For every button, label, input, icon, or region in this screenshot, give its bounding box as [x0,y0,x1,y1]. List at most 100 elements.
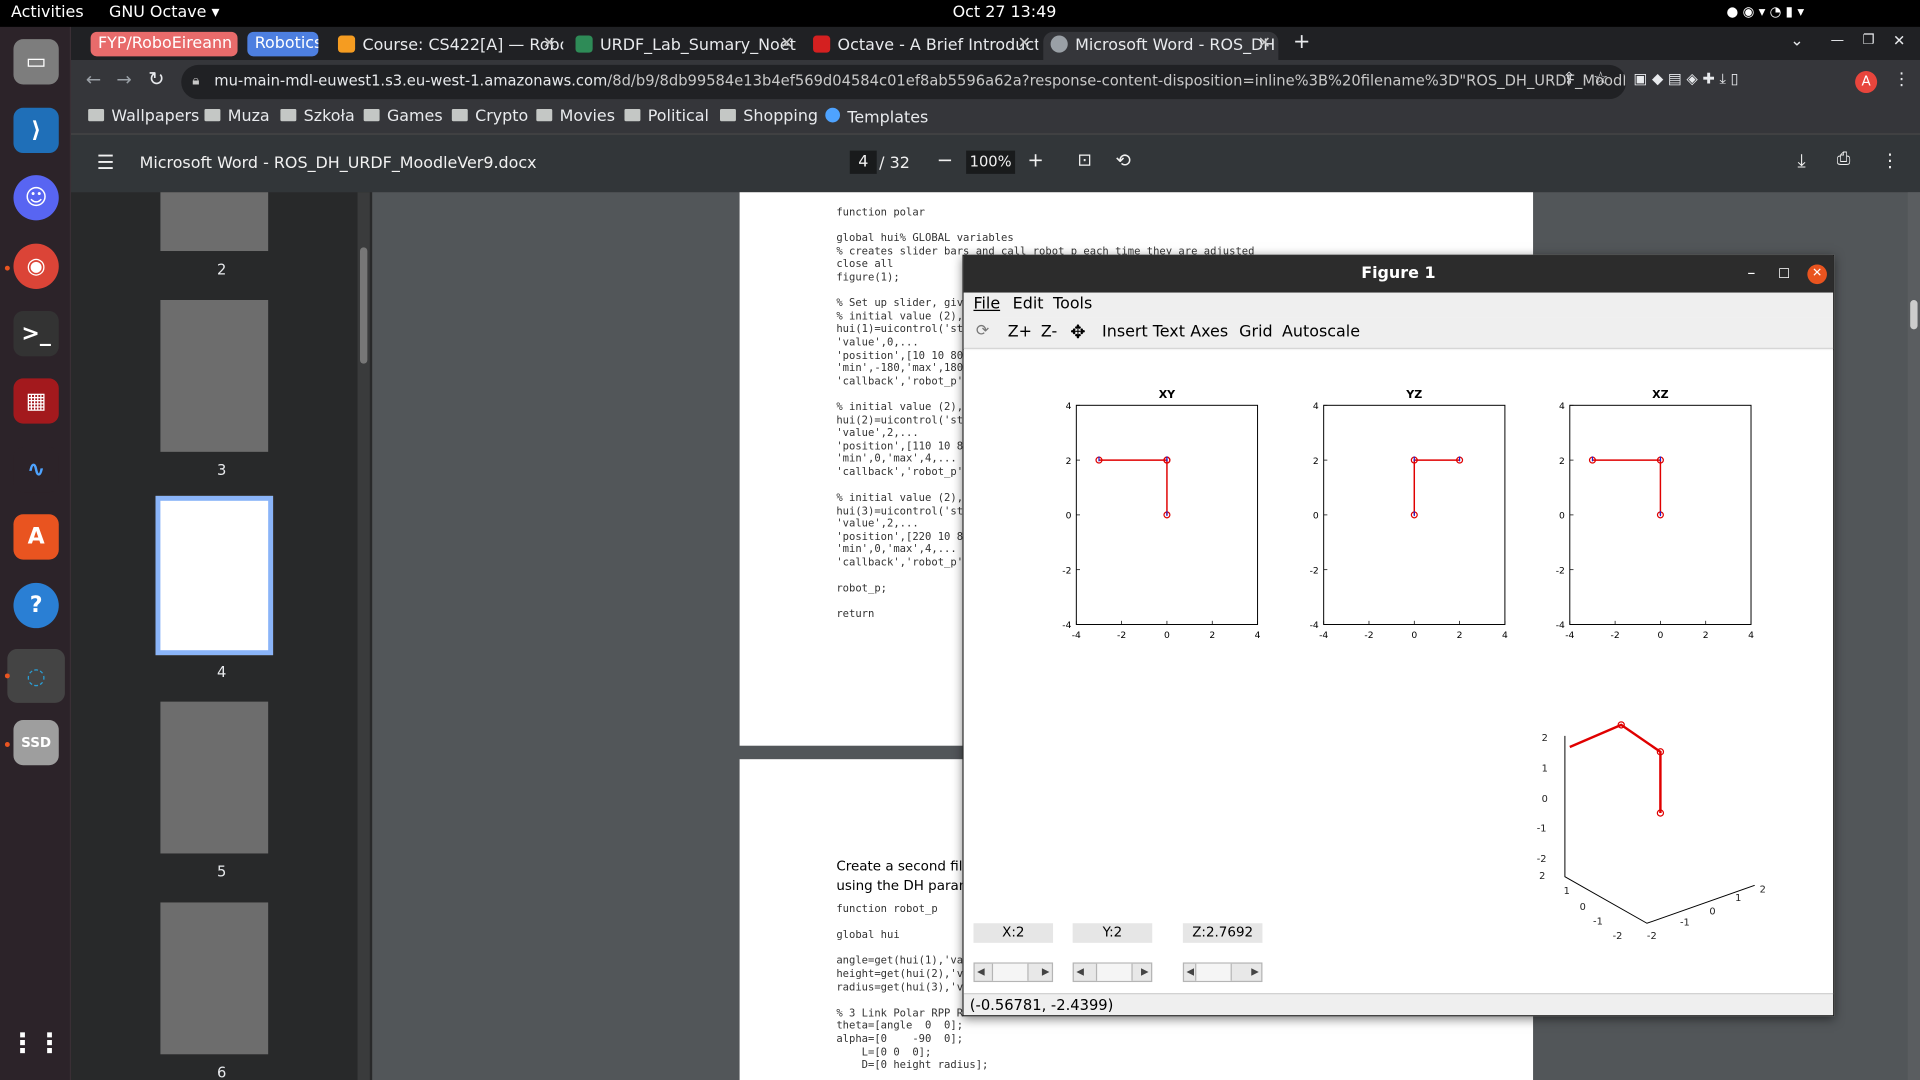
bookmark-shopping[interactable]: Shopping [720,108,818,126]
zoom-in-icon[interactable]: + [1027,148,1043,171]
angle-slider[interactable]: ◀ ▶ [973,962,1054,983]
activities-button[interactable]: Activities [11,4,84,22]
ssd-drive-icon[interactable]: SSD [13,720,59,766]
address-bar[interactable]: 🔒︎ mu-main-mdl-euwest1.s3.eu-west-1.amazo… [181,64,1627,100]
tab-group-fyp[interactable]: FYP/RoboEireann [90,31,238,57]
x-tick-label: -4 [1565,630,1574,641]
spreadsheet-icon[interactable]: ▦ [13,378,59,424]
rotate-icon[interactable]: ⟲ [1116,149,1131,171]
bookmark-crypto[interactable]: Crypto [451,108,528,126]
tray-icons[interactable]: ● ◉ ▾ ◔ ▮ ▾ [1727,4,1805,20]
clock[interactable]: Oct 27 13:49 [953,4,1057,22]
menu-edit[interactable]: Edit [1013,295,1044,313]
thumbnail-page-3[interactable] [160,300,269,452]
bookmark-label: Shopping [743,107,819,127]
viewer-scrollbar[interactable] [1907,192,1920,1080]
slider-thumb[interactable] [1095,963,1133,981]
slider-left-arrow-icon[interactable]: ◀ [1187,964,1195,981]
grid-button[interactable]: Grid [1239,323,1272,341]
fit-page-icon[interactable]: ⊡ [1078,151,1092,171]
extension-icons[interactable]: ▣ ◆ ▤ ◈ ✚ ⤓ ▯ [1633,70,1738,88]
app-menu[interactable]: GNU Octave ▾ [109,4,220,22]
bookmark-szkola[interactable]: Szkoła [280,108,355,126]
height-slider[interactable]: ◀ ▶ [1072,962,1153,983]
bookmark-muza[interactable]: Muza [204,108,270,126]
bookmark-movies[interactable]: Movies [536,108,615,126]
reload-icon[interactable]: ↻ [148,67,164,90]
app-grid-icon[interactable]: ⋮⋮ [9,1021,63,1066]
zoom-out-tool[interactable]: Z- [1041,323,1057,341]
avatar[interactable]: A [1855,71,1878,94]
page-number-input[interactable]: 4 [849,150,877,174]
close-icon[interactable]: ✕ [1018,34,1031,52]
zoom-out-icon[interactable]: − [937,148,953,171]
slider-thumb[interactable] [1195,963,1232,981]
more-menu-icon[interactable]: ⋮ [1893,70,1910,90]
z-value-label: Z:2.7692 [1182,923,1263,943]
octave-icon[interactable]: ◌ [7,648,65,703]
maximize-icon[interactable]: ☐ [1778,256,1790,293]
new-tab-button[interactable]: + [1293,29,1317,57]
rotate-tool-icon[interactable]: ⟳ [976,322,989,340]
bookmark-templates[interactable]: Templates [825,107,928,127]
thumbnail-page-5[interactable] [160,701,269,854]
slider-right-arrow-icon[interactable]: ▶ [1251,964,1259,981]
share-icon[interactable]: ⇪ [1562,70,1575,88]
software-center-icon[interactable]: A [13,514,59,560]
close-window-icon[interactable]: ✕ [1893,32,1910,60]
slider-left-arrow-icon[interactable]: ◀ [1076,964,1084,981]
bookmark-political[interactable]: Political [624,108,709,126]
bookmark-star-icon[interactable]: ☆ [1593,69,1608,89]
x-tick-label: -2 [1364,630,1373,641]
slider-right-arrow-icon[interactable]: ▶ [1042,964,1050,981]
tab-course[interactable]: Course: CS422[A] — Robo ✕ [331,32,563,60]
tab-pdf-active[interactable]: Microsoft Word - ROS_DH ✕ [1043,31,1279,61]
sidebar-scrollbar[interactable] [357,192,370,1080]
tab-urdf[interactable]: URDF_Lab_Sumary_Noet ✕ [568,32,801,60]
tab-group-robotics[interactable]: Robotics [247,31,319,57]
close-icon[interactable]: ✕ [1258,34,1271,52]
tab-octave[interactable]: Octave - A Brief Introduct ✕ [806,32,1038,60]
tick-label: 1 [1542,763,1548,774]
more-actions-icon[interactable]: ⋮ [1881,149,1899,171]
hamburger-menu-icon[interactable]: ☰ [97,151,115,174]
terminal-icon[interactable]: >_ [13,311,59,357]
bookmark-games[interactable]: Games [363,107,443,127]
slider-right-arrow-icon[interactable]: ▶ [1141,964,1149,981]
figure-canvas[interactable]: XY -4 -4 -2 -2 0 0 2 2 4 4 YZ -4 -4 -2 -2 0 0 2 2 4 4 XZ -4 -4 -2… [963,350,1834,995]
minimize-icon[interactable]: — [1831,32,1848,60]
thumbnail-page-2[interactable] [160,192,269,252]
download-icon[interactable]: ⤓ [1798,149,1806,171]
tab-search-icon[interactable]: ⌄ [1790,32,1807,60]
bookmark-label: Games [386,107,443,127]
zoom-input[interactable]: 100% [966,150,1016,174]
pan-tool-icon[interactable]: ✥ [1070,321,1085,343]
axes-button[interactable]: Axes [1190,323,1228,341]
files-icon[interactable]: ▭ [13,39,59,85]
slider-left-arrow-icon[interactable]: ◀ [977,964,985,981]
zoom-in-tool[interactable]: Z+ [1008,323,1032,341]
close-icon[interactable]: ✕ [780,34,793,52]
back-icon[interactable]: ← [86,69,101,91]
bookmark-wallpapers[interactable]: Wallpapers [88,108,199,126]
radius-slider[interactable]: ◀ ▶ [1182,962,1263,983]
restore-icon[interactable]: ❐ [1862,32,1879,60]
print-icon[interactable]: ⎙ [1837,149,1851,169]
system-monitor-icon[interactable]: ∿ [13,446,59,493]
close-icon[interactable]: ✕ [543,34,556,52]
menu-file[interactable]: File [973,295,1000,313]
insert-text-button[interactable]: Insert Text [1102,323,1185,341]
paragraph-text: Create a second file c using the DH para… [836,858,982,894]
chrome-icon[interactable]: ◉ [13,243,59,289]
thumbnail-page-4-selected[interactable] [155,495,274,656]
help-icon[interactable]: ? [13,582,59,629]
vscode-icon[interactable]: ⟩ [13,107,59,154]
thumbnail-page-6[interactable] [160,902,269,1055]
discord-icon[interactable]: ☺ [13,175,59,221]
close-icon[interactable]: ✕ [1807,264,1827,285]
minimize-icon[interactable]: – [1747,256,1755,293]
forward-icon[interactable]: → [116,69,131,91]
autoscale-button[interactable]: Autoscale [1282,323,1360,341]
slider-thumb[interactable] [991,963,1029,981]
menu-tools[interactable]: Tools [1053,295,1092,313]
